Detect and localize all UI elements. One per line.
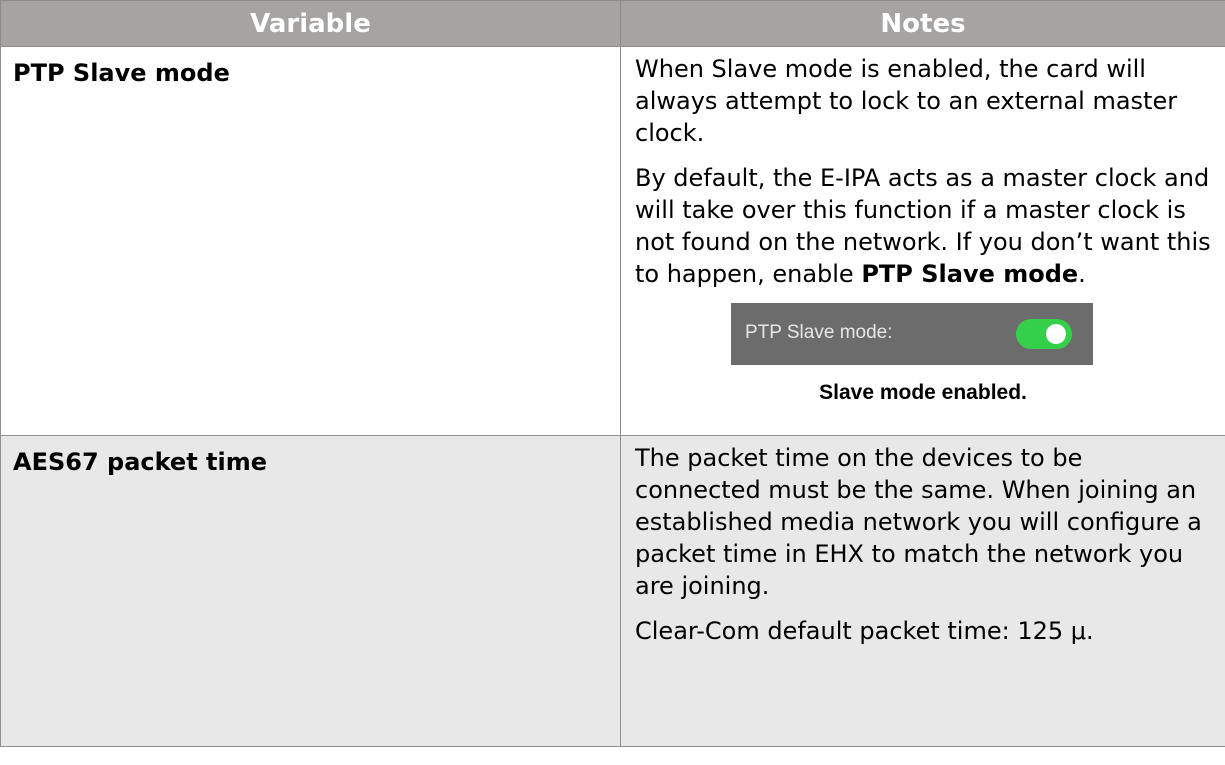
notes-paragraph: The packet time on the devices to be con… xyxy=(635,444,1202,600)
notes-paragraph: By default, the E-IPA acts as a master c… xyxy=(635,162,1211,290)
notes-cell: When Slave mode is enabled, the card wil… xyxy=(620,46,1225,436)
table-row: AES67 packet time The packet time on the… xyxy=(0,435,1225,747)
ptp-slave-mode-screenshot: PTP Slave mode: xyxy=(731,303,1093,365)
header-variable: Variable xyxy=(0,0,621,47)
notes-cell: The packet time on the devices to be con… xyxy=(620,435,1225,747)
table-row: PTP Slave mode When Slave mode is enable… xyxy=(0,46,1225,436)
notes-bold-term: PTP Slave mode xyxy=(861,260,1079,288)
header-notes: Notes xyxy=(620,0,1225,47)
toggle-knob xyxy=(1046,324,1066,344)
header-row: Variable Notes xyxy=(0,0,1225,47)
variable-cell: PTP Slave mode xyxy=(0,46,621,436)
variables-table: Variable Notes PTP Slave mode When Slave… xyxy=(0,0,1225,747)
notes-text-end: . xyxy=(1078,260,1086,288)
notes-paragraph: Clear-Com default packet time: 125 μ. xyxy=(635,617,1094,645)
screenshot-label: PTP Slave mode: xyxy=(745,322,893,343)
ptp-slave-mode-toggle xyxy=(1016,319,1072,349)
variable-cell: AES67 packet time xyxy=(0,435,621,747)
screenshot-caption: Slave mode enabled. xyxy=(819,381,1027,404)
notes-paragraph: When Slave mode is enabled, the card wil… xyxy=(635,55,1178,147)
